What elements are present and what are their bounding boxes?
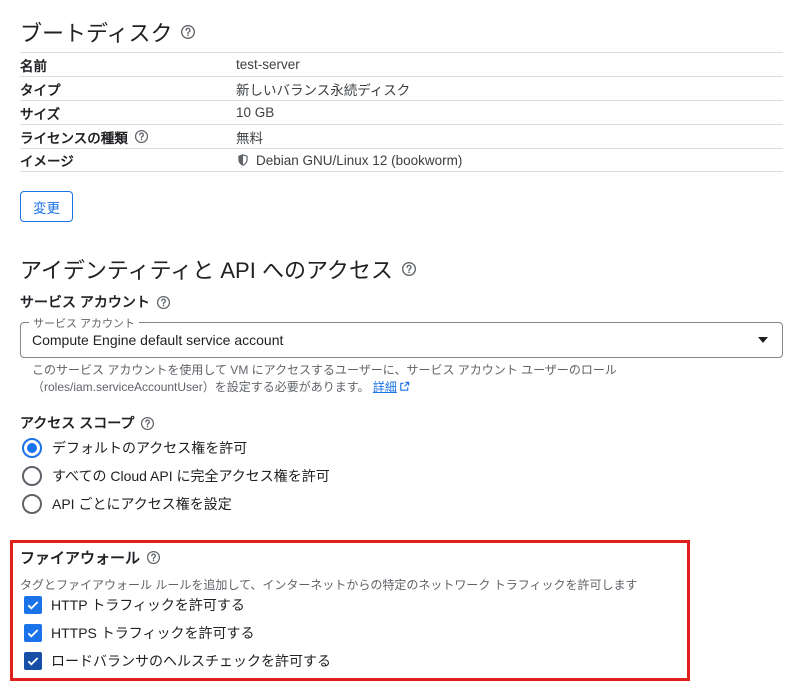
row-key: イメージ: [20, 154, 74, 169]
allow-https-checkbox-row[interactable]: HTTPS トラフィックを許可する: [24, 623, 255, 643]
table-row: イメージ Debian GNU/Linux 12 (bookworm): [20, 148, 783, 172]
boot-disk-title: ブートディスク: [20, 16, 196, 48]
row-key: タイプ: [20, 82, 61, 98]
access-scope-full-option[interactable]: すべての Cloud API に完全アクセス権を許可: [22, 466, 330, 486]
help-icon[interactable]: [180, 24, 196, 40]
identity-title: アイデンティティと API へのアクセス: [20, 253, 417, 285]
help-icon[interactable]: [134, 129, 149, 144]
allow-http-checkbox-row[interactable]: HTTP トラフィックを許可する: [24, 595, 245, 615]
radio-unchecked[interactable]: [22, 494, 42, 514]
radio-unchecked[interactable]: [22, 466, 42, 486]
access-scope-label: アクセス スコープ: [20, 413, 155, 433]
checkbox-checked[interactable]: [24, 596, 42, 614]
row-key: サイズ: [20, 106, 61, 122]
help-icon[interactable]: [156, 295, 171, 310]
boot-disk-table: 名前 test-server タイプ 新しいバランス永続ディスク サイズ 10 …: [20, 52, 783, 172]
row-value: 10 GB: [236, 105, 275, 120]
select-value: Compute Engine default service account: [32, 332, 284, 348]
help-icon[interactable]: [401, 261, 417, 277]
row-value: test-server: [236, 57, 300, 72]
change-button[interactable]: 変更: [20, 191, 73, 222]
firewall-title: ファイアウォール: [20, 547, 161, 568]
external-link-icon: [399, 381, 410, 392]
row-key: ライセンスの種類: [20, 127, 236, 147]
dropdown-caret-icon: [758, 337, 768, 343]
row-value: 新しいバランス永続ディスク: [236, 82, 411, 98]
checkbox-checked[interactable]: [24, 652, 42, 670]
row-key: 名前: [20, 58, 47, 74]
table-row: サイズ 10 GB: [20, 100, 783, 124]
service-account-select[interactable]: サービス アカウント Compute Engine default servic…: [20, 315, 783, 358]
allow-lb-health-check-checkbox-row[interactable]: ロードバランサのヘルスチェックを許可する: [24, 651, 331, 671]
learn-more-link[interactable]: 詳細: [373, 380, 397, 394]
table-row: 名前 test-server: [20, 52, 783, 76]
checkbox-checked[interactable]: [24, 624, 42, 642]
table-row: タイプ 新しいバランス永続ディスク: [20, 76, 783, 100]
radio-checked[interactable]: [22, 438, 42, 458]
shield-icon: [236, 153, 250, 167]
access-scope-default-option[interactable]: デフォルトのアクセス権を許可: [22, 438, 247, 458]
help-icon[interactable]: [140, 416, 155, 431]
row-value: Debian GNU/Linux 12 (bookworm): [236, 153, 462, 168]
select-legend: サービス アカウント: [29, 315, 140, 331]
firewall-description: タグとファイアウォール ルールを追加して、インターネットからの特定のネットワーク…: [20, 578, 638, 592]
access-scope-per-api-option[interactable]: API ごとにアクセス権を設定: [22, 494, 232, 514]
table-row: ライセンスの種類 無料: [20, 124, 783, 148]
help-icon[interactable]: [146, 550, 161, 565]
service-account-hint: このサービス アカウントを使用して VM にアクセスするユーザーに、サービス ア…: [32, 363, 617, 394]
row-value: 無料: [236, 130, 263, 146]
service-account-label: サービス アカウント: [20, 292, 171, 312]
